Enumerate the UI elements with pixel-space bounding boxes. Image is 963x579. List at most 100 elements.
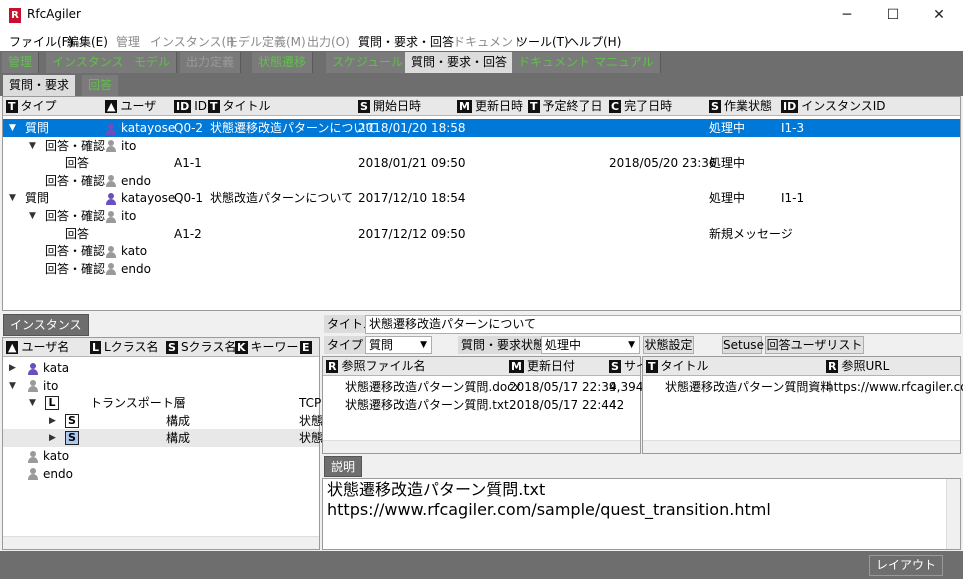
tab-output-def[interactable]: 出力定義 bbox=[180, 52, 242, 73]
expand-caret-icon[interactable]: ▼ bbox=[29, 394, 39, 412]
menu-edit[interactable]: 編集(E) bbox=[67, 33, 108, 50]
tab-instance-pane[interactable]: インスタンス bbox=[3, 314, 89, 336]
description-line-1: 状態遷移改造パターン質問.txt bbox=[327, 480, 546, 499]
tree-row[interactable]: kato bbox=[3, 447, 319, 465]
menu-model[interactable]: モデル定義(M) bbox=[226, 33, 306, 50]
menu-help[interactable]: ヘルプ(H) bbox=[567, 33, 621, 50]
tab-manual[interactable]: マニュアル bbox=[588, 52, 661, 73]
col-start[interactable]: S 開始日時 bbox=[358, 97, 421, 116]
expand-caret-icon[interactable]: ▼ bbox=[29, 207, 39, 225]
refs-hscrollbar[interactable] bbox=[643, 440, 960, 453]
cell-file-date: 2018/05/17 22:39 bbox=[509, 380, 617, 394]
app-logo-icon: R bbox=[9, 8, 21, 23]
col-instance-id[interactable]: ID インスタンスID bbox=[781, 97, 886, 116]
tab-state-transition[interactable]: 状態遷移 bbox=[252, 52, 314, 73]
col-username[interactable]: ▲ ユーザ名 bbox=[6, 338, 69, 357]
expand-caret-icon[interactable]: ▶ bbox=[9, 359, 19, 377]
cell-file-name: 状態遷移改造パターン質問.txt bbox=[345, 398, 509, 412]
maximize-button[interactable]: ☐ bbox=[870, 0, 916, 31]
answer-users-button[interactable]: 回答ユーザリスト bbox=[765, 336, 864, 354]
col-lclass[interactable]: L Lクラス名 bbox=[90, 338, 158, 357]
tab-question-request[interactable]: 質問・要求 bbox=[3, 75, 76, 96]
description-vscrollbar[interactable] bbox=[946, 479, 960, 549]
tree-user: endo bbox=[27, 465, 73, 483]
col-ref-url[interactable]: R 参照URL bbox=[826, 357, 889, 376]
tab-instance[interactable]: インスタンス bbox=[46, 52, 131, 73]
file-row[interactable]: 状態遷移改造パターン質問.txt 2018/05/17 22:44 42 bbox=[323, 396, 640, 414]
col-id[interactable]: ID ID bbox=[174, 97, 207, 116]
expand-caret-icon[interactable]: ▶ bbox=[49, 412, 59, 430]
col-sclass[interactable]: S Sクラス名 bbox=[166, 338, 236, 357]
menu-qa[interactable]: 質問・要求・回答 bbox=[358, 33, 454, 50]
user-icon bbox=[105, 245, 117, 258]
table-row[interactable]: 回答・確認 endo bbox=[3, 260, 960, 278]
tree-row[interactable]: endo bbox=[3, 465, 319, 483]
col-planned-end[interactable]: T 予定終了日 bbox=[528, 97, 603, 116]
cell-user: endo bbox=[105, 260, 151, 278]
table-row[interactable]: 回答 A1-2 2017/12/12 09:50 新規メッセージ bbox=[3, 225, 960, 243]
col-work-status[interactable]: S 作業状態 bbox=[709, 97, 772, 116]
tab-document[interactable]: ドキュメント bbox=[512, 52, 598, 73]
table-row[interactable]: ▼ 回答・確認 ito bbox=[3, 137, 960, 155]
tree-row[interactable]: ▼ ito bbox=[3, 377, 319, 395]
instance-hscrollbar[interactable] bbox=[3, 536, 319, 549]
tree-row[interactable]: ▶ kata bbox=[3, 359, 319, 377]
tree-row[interactable]: ▶ S 構成 状態 bbox=[3, 429, 323, 448]
file-row[interactable]: 状態遷移改造パターン質問.docx 2018/05/17 22:39 4,394 bbox=[323, 378, 643, 396]
description-textarea[interactable]: 状態遷移改造パターン質問.txt https://www.rfcagiler.c… bbox=[322, 478, 961, 550]
table-row[interactable]: ▼ 質問 katayose Q0-1 状態改造パターンについて 2017/12/10 18… bbox=[3, 189, 960, 207]
setuse-button[interactable]: Setuse bbox=[722, 336, 764, 354]
cell-ref-title: 状態遷移改造パターン質問資料 bbox=[665, 380, 833, 394]
cell-instance-id: I1-3 bbox=[781, 121, 805, 135]
tree-row[interactable]: ▼ L トランスポート層 TCP bbox=[3, 394, 321, 412]
tab-model[interactable]: モデル bbox=[128, 52, 178, 73]
cell-type: 回答・確認 bbox=[45, 244, 106, 259]
menu-tools[interactable]: ツール(T) bbox=[516, 33, 569, 50]
files-hscrollbar[interactable] bbox=[323, 440, 640, 453]
expand-caret-icon[interactable]: ▶ bbox=[49, 429, 59, 447]
expand-caret-icon[interactable]: ▼ bbox=[29, 137, 39, 155]
col-update-date[interactable]: M 更新日付 bbox=[509, 357, 575, 376]
table-row[interactable]: ▼ 質問 katayose Q0-2 状態遷移改造パターンについて 2018/01/20 … bbox=[3, 119, 960, 137]
col-ref-title[interactable]: T タイトル bbox=[646, 357, 709, 376]
tab-admin[interactable]: 管理 bbox=[2, 52, 40, 73]
menu-instance[interactable]: インスタンス(I) bbox=[150, 33, 234, 50]
cell-type: 回答・確認 bbox=[45, 209, 106, 223]
table-row[interactable]: ▼ 回答・確認 ito bbox=[3, 207, 960, 225]
minimize-button[interactable]: ─ bbox=[824, 0, 870, 31]
col-ref-file[interactable]: R 参照ファイル名 bbox=[326, 357, 426, 376]
table-row[interactable]: 回答・確認 endo bbox=[3, 172, 960, 190]
cell-user: katayose bbox=[105, 189, 175, 207]
menu-output[interactable]: 出力(O) bbox=[307, 33, 350, 50]
tab-description[interactable]: 説明 bbox=[324, 456, 363, 477]
set-state-button[interactable]: 状態設定 bbox=[643, 336, 694, 354]
table-row[interactable]: 回答 A1-1 2018/01/21 09:50 2018/05/20 23:36 処理… bbox=[3, 154, 960, 172]
title-field[interactable]: 状態遷移改造パターンについて bbox=[365, 315, 961, 334]
description-line-2: https://www.rfcagiler.com/sample/quest_t… bbox=[327, 500, 771, 519]
col-updated[interactable]: M 更新日時 bbox=[457, 97, 523, 116]
col-title[interactable]: T タイトル bbox=[208, 97, 271, 116]
col-completed[interactable]: C 完了日時 bbox=[609, 97, 672, 116]
expand-caret-icon[interactable]: ▼ bbox=[9, 377, 19, 395]
col-user[interactable]: ▲ ユーザ bbox=[105, 97, 156, 116]
expand-caret-icon[interactable]: ▼ bbox=[9, 189, 19, 207]
state-select[interactable]: 処理中 ▼ bbox=[541, 336, 640, 354]
ref-row[interactable]: 状態遷移改造パターン質問資料 https://www.rfcagiler.com… bbox=[643, 378, 963, 396]
tab-answer[interactable]: 回答 bbox=[82, 75, 119, 96]
tab-qa[interactable]: 質問・要求・回答 bbox=[405, 52, 515, 73]
col-e[interactable]: E bbox=[300, 338, 315, 357]
table-row[interactable]: 回答・確認 kato bbox=[3, 242, 960, 260]
cell-ref-url[interactable]: https://www.rfcagiler.com/ bbox=[826, 378, 963, 396]
menu-file[interactable]: ファイル(F) bbox=[9, 33, 73, 50]
instance-pane: ▲ ユーザ名 L Lクラス名 S Sクラス名 K キーワード E ▶ kata ▼ ito ▼ L… bbox=[2, 337, 323, 550]
layout-button[interactable]: レイアウト bbox=[869, 555, 943, 576]
menu-admin[interactable]: 管理 bbox=[116, 33, 140, 50]
close-button[interactable]: ✕ bbox=[916, 0, 962, 31]
col-type[interactable]: T タイプ bbox=[6, 97, 57, 116]
tree-row[interactable]: ▶ S 構成 状態 bbox=[3, 412, 323, 430]
menu-document[interactable]: ドキュメント bbox=[453, 33, 525, 50]
cell-status: 処理中 bbox=[709, 156, 746, 171]
type-select[interactable]: 質問 ▼ bbox=[365, 336, 432, 354]
tab-schedule[interactable]: スケジュール bbox=[326, 52, 411, 73]
expand-caret-icon[interactable]: ▼ bbox=[9, 119, 19, 137]
